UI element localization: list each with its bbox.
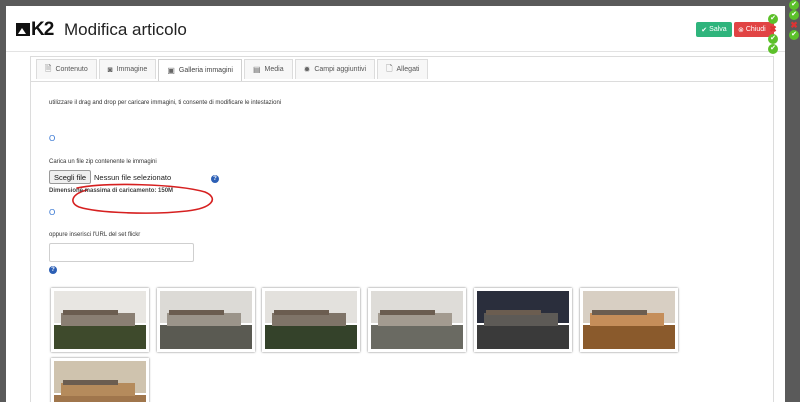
gallery-thumbnail[interactable] <box>262 288 360 352</box>
gear-icon: ✹ <box>303 65 311 74</box>
tab-label: Campi aggiuntivi <box>314 66 367 73</box>
tab-label: Allegati <box>396 66 420 73</box>
help-icon[interactable]: ? <box>211 175 219 183</box>
error-x-icon: ✖ <box>769 24 777 34</box>
thumbnail-ground <box>477 324 569 349</box>
thumbnail-ground <box>54 324 146 349</box>
media-icon: ▤ <box>252 65 261 74</box>
check-badge-icon: ✔ <box>768 44 778 54</box>
file-status-text: Nessun file selezionato <box>94 173 172 182</box>
close-button-label: Chiudi <box>745 26 766 33</box>
tab-campi-aggiuntivi[interactable]: ✹ Campi aggiuntivi <box>294 59 376 79</box>
thumbnail-roof <box>169 309 225 316</box>
upload-marker: O <box>49 134 56 143</box>
tab-label: Media <box>264 66 284 73</box>
check-badge-icon: ✔ <box>789 0 799 10</box>
k2-logo: K2 <box>16 19 54 40</box>
flickr-url-label: oppure inserisci l'URL del set flickr <box>49 232 141 238</box>
check-icon: ✔ <box>701 26 708 34</box>
thumbnail-ground <box>265 324 357 349</box>
attachment-icon: 🗋 <box>386 63 393 73</box>
choose-file-button[interactable]: Scegli file <box>49 170 91 184</box>
dragdrop-instructions: utilizzare il drag and drop per caricare… <box>49 100 282 106</box>
thumbnail-ground <box>371 324 463 349</box>
close-circle-icon: ⊗ <box>738 26 744 34</box>
page-title: Modifica articolo <box>64 20 187 39</box>
help-icon[interactable]: ? <box>49 266 57 274</box>
check-badge-icon: ✔ <box>789 10 799 20</box>
tab-galleria-immagini[interactable]: ▣ Galleria immagini <box>158 59 242 81</box>
check-badge-icon: ✔ <box>789 30 799 40</box>
k2-logo-mark-icon <box>16 23 30 36</box>
tab-allegati[interactable]: 🗋 Allegati <box>377 59 429 79</box>
edit-article-modal: K2 Modifica articolo ✔ Salva ⊗ Chiudi ✔ … <box>6 6 785 402</box>
thumbnail-roof <box>274 309 330 316</box>
gallery-thumbnail[interactable] <box>51 288 149 352</box>
flickr-url-input[interactable] <box>49 243 194 262</box>
thumbnail-roof <box>63 379 119 386</box>
gallery-thumbnail[interactable] <box>474 288 572 352</box>
gallery-thumbnail[interactable] <box>51 358 149 402</box>
tab-bar: 🗎 Contenuto ◙ Immagine ▣ Galleria immagi… <box>36 59 430 81</box>
tab-label: Galleria immagini <box>178 67 233 74</box>
thumbnail-roof <box>380 309 436 316</box>
tab-label: Immagine <box>116 66 148 73</box>
error-x-icon: ✖ <box>790 20 798 30</box>
modal-header: K2 Modifica articolo ✔ Salva ⊗ Chiudi <box>6 6 785 52</box>
save-button-label: Salva <box>709 26 727 33</box>
tab-container: 🗎 Contenuto ◙ Immagine ▣ Galleria immagi… <box>30 56 774 402</box>
document-icon: 🗎 <box>45 63 52 73</box>
camera-icon: ◙ <box>107 65 113 74</box>
zip-upload-label: Carica un file zip contenente le immagin… <box>49 159 157 165</box>
validation-strip: ✔ ✔ ✖ ✔ <box>789 0 800 50</box>
red-annotation-circle <box>72 183 214 214</box>
gallery-icon: ▣ <box>167 66 175 75</box>
gallery-tab-pane: utilizzare il drag and drop per caricare… <box>31 82 773 402</box>
save-button[interactable]: ✔ Salva <box>696 22 732 37</box>
check-badge-icon: ✔ <box>768 34 778 44</box>
tab-immagine[interactable]: ◙ Immagine <box>98 59 157 79</box>
validation-checks: ✔ ✖ ✔ ✔ <box>768 14 780 54</box>
thumbnail-ground <box>583 324 675 349</box>
thumbnail-roof <box>63 309 119 316</box>
gallery-thumbnail[interactable] <box>157 288 255 352</box>
thumbnail-ground <box>160 324 252 349</box>
thumbnail-roof <box>592 309 648 316</box>
check-badge-icon: ✔ <box>768 14 778 24</box>
upload-marker: O <box>49 208 56 217</box>
tab-contenuto[interactable]: 🗎 Contenuto <box>36 59 97 79</box>
k2-logo-text: K2 <box>31 19 54 40</box>
gallery-thumbnail[interactable] <box>368 288 466 352</box>
gallery-thumbnail[interactable] <box>580 288 678 352</box>
thumbnail-roof <box>486 309 542 316</box>
tab-media[interactable]: ▤ Media <box>243 59 293 79</box>
tab-label: Contenuto <box>55 66 88 73</box>
max-upload-size: Dimensione massima di caricamento: 150M <box>49 188 174 194</box>
